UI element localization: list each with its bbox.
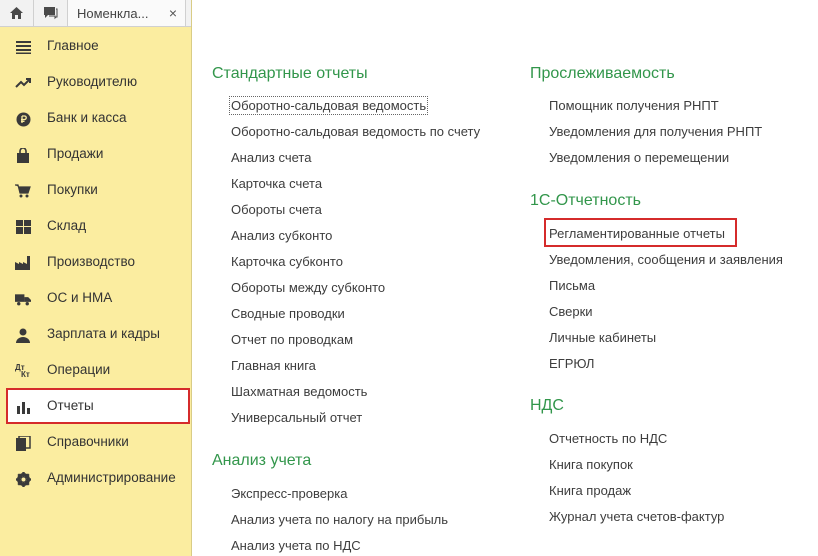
report-link[interactable]: Книга покупок [549, 457, 633, 472]
report-link[interactable]: Отчетность по НДС [549, 431, 667, 446]
sidebar-item-manager[interactable]: Руководителю [0, 64, 191, 100]
sidebar-item-warehouse[interactable]: Склад [0, 208, 191, 244]
bar-chart-icon [15, 399, 31, 415]
report-link[interactable]: Анализ счета [231, 150, 311, 165]
sidebar-item-label: Банк и касса [47, 110, 127, 125]
sidebar-item-label: Главное [47, 38, 99, 53]
cart-icon [15, 183, 31, 199]
gear-icon [15, 471, 31, 487]
home-icon [10, 7, 23, 19]
sidebar-item-main[interactable]: Главное [0, 28, 191, 64]
sidebar-item-label: Зарплата и кадры [47, 326, 160, 341]
sidebar-item-operations[interactable]: Дт Кт Операции [0, 352, 191, 388]
chat-icon [44, 7, 58, 20]
factory-icon [15, 255, 31, 271]
report-link[interactable]: Обороты между субконто [231, 280, 385, 295]
tab-label: Номенкла... [77, 5, 149, 21]
person-icon [15, 327, 31, 343]
home-button[interactable] [0, 0, 34, 26]
report-link[interactable]: ЕГРЮЛ [549, 356, 594, 371]
report-link[interactable]: Журнал учета счетов-фактур [549, 509, 724, 524]
sidebar-item-catalogs[interactable]: Справочники [0, 424, 191, 460]
report-link[interactable]: Личные кабинеты [549, 330, 656, 345]
sidebar-item-label: Покупки [47, 182, 98, 197]
sidebar-item-label: Администрирование [47, 470, 176, 485]
report-link[interactable]: Оборотно-сальдовая ведомость по счету [231, 124, 480, 139]
sidebar-item-label: Склад [47, 218, 87, 233]
truck-icon [15, 291, 31, 307]
sidebar-item-label: Справочники [47, 434, 129, 449]
report-link[interactable]: Сверки [549, 304, 593, 319]
sidebar-item-production[interactable]: Производство [0, 244, 191, 280]
highlight-frame [544, 218, 737, 247]
report-link[interactable]: Экспресс-проверка [231, 486, 347, 501]
section-title: НДС [530, 397, 564, 414]
report-link[interactable]: Анализ субконто [231, 228, 332, 243]
report-link[interactable]: Отчет по проводкам [231, 332, 353, 347]
report-link[interactable]: Уведомления для получения РНПТ [549, 124, 762, 139]
bag-icon [15, 147, 31, 163]
section-title: Анализ учета [212, 452, 312, 469]
report-link[interactable]: Уведомления, сообщения и заявления [549, 252, 783, 267]
report-link[interactable]: Обороты счета [231, 202, 322, 217]
dt-kt-icon: Дт Кт [15, 363, 31, 379]
sidebar-item-label: Отчеты [47, 398, 94, 413]
section-title: Прослеживаемость [530, 65, 675, 82]
section-title: Стандартные отчеты [212, 65, 368, 82]
report-link[interactable]: Помощник получения РНПТ [549, 98, 719, 113]
sidebar-item-fixed-assets[interactable]: ОС и НМА [0, 280, 191, 316]
sidebar-item-purchases[interactable]: Покупки [0, 172, 191, 208]
report-link[interactable]: Книга продаж [549, 483, 631, 498]
warehouse-icon [15, 219, 31, 235]
report-link[interactable]: Сводные проводки [231, 306, 345, 321]
sidebar-item-label: Операции [47, 362, 111, 377]
books-icon [15, 435, 31, 451]
close-icon: × [168, 5, 178, 21]
report-link[interactable]: Универсальный отчет [231, 410, 362, 425]
sidebar-item-label: Производство [47, 254, 136, 269]
report-link[interactable]: Уведомления о перемещении [549, 150, 729, 165]
report-link[interactable]: Карточка счета [231, 176, 322, 191]
report-link[interactable]: Анализ учета по налогу на прибыль [231, 512, 448, 527]
main-content: Стандартные отчеты Оборотно-сальдовая вед… [193, 0, 818, 556]
app-window: Номенкла... Главное Руководителю Банк и ка… [0, 0, 818, 556]
sidebar: Номенкла... Главное Руководителю Банк и ка… [0, 0, 192, 556]
menu-lines-icon [15, 39, 31, 55]
sidebar-item-reports[interactable]: Отчеты [6, 388, 190, 424]
messages-button[interactable] [34, 0, 68, 26]
sidebar-item-label: Продажи [47, 146, 104, 161]
kt-label: Кт [21, 370, 30, 379]
sidebar-item-admin[interactable]: Администрирование [0, 460, 191, 496]
report-link[interactable]: Шахматная ведомость [231, 384, 367, 399]
report-link[interactable]: Карточка субконто [231, 254, 343, 269]
report-link[interactable]: Анализ учета по НДС [231, 538, 361, 553]
tab-close-button[interactable]: × [165, 5, 181, 21]
trend-icon [15, 75, 31, 91]
report-link[interactable]: Письма [549, 278, 595, 293]
sidebar-item-sales[interactable]: Продажи [0, 136, 191, 172]
sidebar-item-bank[interactable]: Банк и касса [0, 100, 191, 136]
tab-bar: Номенкла... [0, 0, 191, 27]
ruble-icon [15, 111, 31, 127]
sidebar-item-label: ОС и НМА [47, 290, 113, 305]
sidebar-item-label: Руководителю [47, 74, 138, 89]
report-link[interactable]: Главная книга [231, 358, 316, 373]
section-title: 1С-Отчетность [530, 192, 641, 209]
sidebar-nav: Главное Руководителю Банк и касса Продажи По… [0, 28, 191, 496]
report-link[interactable]: Оборотно-сальдовая ведомость [228, 96, 429, 115]
sidebar-item-salary[interactable]: Зарплата и кадры [0, 316, 191, 352]
